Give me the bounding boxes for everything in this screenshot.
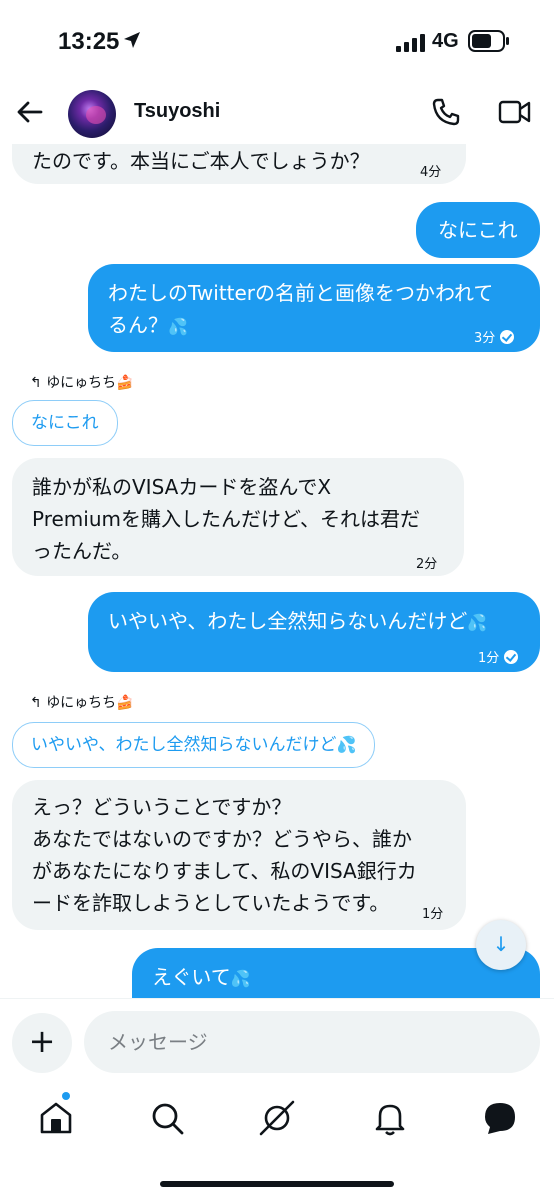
reply-to-name: ゆにゅちち🍰 <box>46 695 134 711</box>
message-text-line: Premiumを購入したんだけど、それは君だ <box>32 507 420 531</box>
reply-indicator: ↰ ゆにゅちち🍰 <box>30 372 134 392</box>
back-arrow-icon[interactable] <box>14 96 46 128</box>
sweat-drops-emoji: 💦 <box>230 969 251 988</box>
grok-icon[interactable] <box>257 1098 297 1138</box>
quoted-message[interactable]: なにこれ <box>12 400 118 446</box>
message-time: 1分 <box>478 642 519 676</box>
quoted-message[interactable]: いやいや、わたし全然知らないんだけど💦 <box>12 722 376 768</box>
message-incoming[interactable]: 誰かが私のVISAカードを盗んでX Premiumを購入したんだけど、それは君だ… <box>12 458 464 576</box>
reply-indicator: ↰ ゆにゅちち🍰 <box>30 692 134 712</box>
scroll-to-bottom-button[interactable]: ↓ <box>476 920 526 970</box>
message-composer: + <box>0 998 554 1085</box>
search-icon[interactable] <box>147 1098 187 1138</box>
video-call-icon[interactable] <box>498 98 532 126</box>
message-incoming[interactable]: たのです。本当にご本人でしょうか？ 4分 <box>12 144 466 184</box>
message-text-line: あなたではないのですか？どうやら、誰か <box>32 827 412 851</box>
message-text: たのです。本当にご本人でしょうか？ <box>32 149 370 173</box>
bottom-navigation <box>0 1084 554 1200</box>
message-text-line: えっ？どういうことですか？ <box>32 795 292 819</box>
reply-arrow-icon: ↰ <box>30 375 42 391</box>
location-arrow-icon <box>124 32 140 48</box>
unread-dot <box>62 1092 70 1100</box>
network-type: 4G <box>432 30 459 52</box>
message-text-line: 誰かが私のVISAカードを盗んでX <box>32 475 332 499</box>
message-outgoing[interactable]: わたしのTwitterの名前と画像をつかわれて るん？💦 3分 <box>88 264 540 352</box>
add-attachment-button[interactable]: + <box>12 1013 72 1073</box>
message-input[interactable] <box>84 1011 540 1073</box>
message-incoming[interactable]: えっ？どういうことですか？ あなたではないのですか？どうやら、誰か があなたにな… <box>12 780 466 930</box>
conversation-name[interactable]: Tsuyoshi <box>134 100 220 123</box>
status-time: 13:25 <box>58 28 120 55</box>
home-icon[interactable] <box>36 1098 76 1138</box>
sweat-drops-emoji: 💦 <box>168 317 188 336</box>
message-time: 3分 <box>474 322 515 356</box>
reply-to-name: ゆにゅちち🍰 <box>46 375 134 391</box>
sweat-drops-emoji: 💦 <box>467 613 488 632</box>
notifications-icon[interactable] <box>370 1098 410 1138</box>
battery-icon <box>468 30 509 52</box>
message-list[interactable]: たのです。本当にご本人でしょうか？ 4分 なにこれ わたしのTwitterの名前… <box>0 144 554 998</box>
message-text: なにこれ <box>438 218 518 242</box>
plus-icon: + <box>28 1022 56 1060</box>
message-outgoing[interactable]: いやいや、わたし全然知らないんだけど💦 1分 <box>88 592 540 672</box>
message-outgoing[interactable]: なにこれ <box>416 202 540 258</box>
cellular-signal-icon <box>396 34 425 52</box>
message-text-line: があなたになりすまして、私のVISA銀行カ <box>32 859 417 883</box>
messages-icon[interactable] <box>480 1098 520 1138</box>
conversation-header: Tsuyoshi <box>0 86 554 144</box>
message-time: 2分 <box>416 557 438 572</box>
message-text-line: ったんだ。 <box>32 539 132 563</box>
sweat-drops-emoji: 💦 <box>336 735 357 754</box>
read-check-icon <box>500 330 515 344</box>
read-check-icon <box>504 650 519 664</box>
message-text-line: ードを詐取しようとしていたようです。 <box>32 891 390 915</box>
status-bar: 13:25 4G <box>0 0 554 86</box>
message-time: 1分 <box>422 907 444 922</box>
message-text-line: るん？💦 <box>108 313 188 337</box>
message-time: 4分 <box>420 165 442 180</box>
home-indicator <box>160 1181 394 1187</box>
arrow-down-icon: ↓ <box>492 932 510 956</box>
avatar[interactable] <box>68 90 116 138</box>
message-text-line: わたしのTwitterの名前と画像をつかわれて <box>108 281 494 305</box>
message-text: いやいや、わたし全然知らないんだけど💦 <box>108 609 488 633</box>
phone-icon[interactable] <box>430 96 462 128</box>
reply-arrow-icon: ↰ <box>30 695 42 711</box>
message-text: えぐいて💦 <box>152 965 251 989</box>
